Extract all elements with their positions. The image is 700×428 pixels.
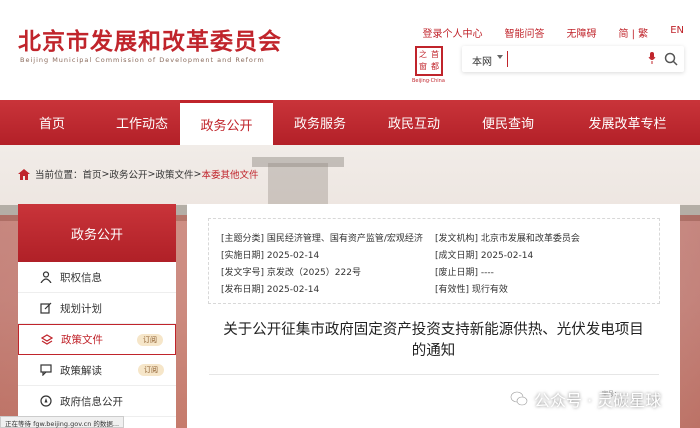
layers-icon xyxy=(41,333,53,345)
divider xyxy=(209,374,659,375)
logo-caption: Beijing·China xyxy=(412,78,445,84)
breadcrumb-label: 当前位置： xyxy=(35,170,83,181)
search-icon[interactable] xyxy=(664,52,678,66)
sidebar-item-label: 政策文件 xyxy=(61,334,103,346)
breadcrumb: 当前位置： 首页 > 政务公开 > 政策文件 > 本委其他文件 xyxy=(18,167,258,181)
site-subtitle: Beijing Municipal Commission of Developm… xyxy=(20,56,265,64)
document-metadata: [主题分类] 国民经济管理、国有资产监管/宏观经济 [发文机构] 北京市发展和改… xyxy=(208,218,660,304)
meta-category: [主题分类] 国民经济管理、国有资产监管/宏观经济 xyxy=(221,234,423,244)
subscribe-badge[interactable]: 订阅 xyxy=(137,334,163,346)
home-icon xyxy=(18,168,30,180)
sidebar-title: 政务公开 xyxy=(18,204,176,262)
chevron-down-icon xyxy=(497,55,503,59)
microphone-icon[interactable] xyxy=(648,52,656,64)
breadcrumb-current: 本委其他文件 xyxy=(201,170,259,181)
meta-publish-date: [发布日期] 2025-02-14 xyxy=(221,285,320,295)
meta-validity: [有效性] 现行有效 xyxy=(435,285,508,295)
wechat-icon xyxy=(510,391,528,406)
nav-gov-services[interactable]: 政务服务 xyxy=(273,100,367,145)
main-nav: 首页 工作动态 政务公开 政务服务 政民互动 便民查询 发展改革专栏 xyxy=(0,100,700,145)
compass-icon xyxy=(40,395,52,407)
top-links: 登录个人中心 智能问答 无障碍 简 | 繁 EN xyxy=(400,25,684,40)
capital-window-logo[interactable]: 之 首 窗 都 xyxy=(415,46,443,76)
nav-public-query[interactable]: 便民查询 xyxy=(461,100,555,145)
subscribe-badge[interactable]: 订阅 xyxy=(138,364,164,376)
sidebar-item-authority-info[interactable]: 职权信息 xyxy=(18,262,176,293)
meta-created-date: [成文日期] 2025-02-14 xyxy=(435,251,534,261)
breadcrumb-policy-docs[interactable]: 政策文件 xyxy=(155,167,193,181)
breadcrumb-gov-affairs[interactable]: 政务公开 xyxy=(110,167,148,181)
wechat-watermark: 公众号 · 灵碳星球 xyxy=(510,387,661,411)
document-title: 关于公开征集市政府固定资产投资支持新能源供热、光伏发电项目 的通知 xyxy=(223,322,644,359)
smart-qa-link[interactable]: 智能问答 xyxy=(504,25,544,40)
sidebar-item-label: 政策解读 xyxy=(60,364,102,377)
nav-work-news[interactable]: 工作动态 xyxy=(104,100,180,145)
nav-interaction[interactable]: 政民互动 xyxy=(367,100,461,145)
login-link[interactable]: 登录个人中心 xyxy=(422,25,482,40)
site-header: 北京市发展和改革委员会 Beijing Municipal Commission… xyxy=(0,0,700,100)
meta-impl-date: [实施日期] 2025-02-14 xyxy=(221,251,320,261)
meta-abolish-date: [废止日期] ---- xyxy=(435,268,494,278)
person-icon xyxy=(40,271,52,283)
search-scope-select[interactable]: 本网 xyxy=(472,53,492,68)
sidebar-item-plans[interactable]: 规划计划 xyxy=(18,293,176,324)
sidebar-item-info-disclosure[interactable]: 政府信息公开 xyxy=(18,386,176,417)
sidebar-item-policy-interpretation[interactable]: 政策解读 订阅 xyxy=(18,355,176,386)
browser-status-bar: 正在等待 fgw.beijing.gov.cn 的数据... xyxy=(0,416,125,428)
meta-doc-number: [发文字号] 京发改（2025）222号 xyxy=(221,268,361,278)
sidebar-item-label: 规划计划 xyxy=(60,302,102,315)
search-input[interactable] xyxy=(512,50,642,68)
site-title[interactable]: 北京市发展和改革委员会 xyxy=(18,22,282,56)
nav-reform-column[interactable]: 发展改革专栏 xyxy=(555,100,700,145)
nav-gov-affairs-open[interactable]: 政务公开 xyxy=(180,100,273,145)
sidebar-item-label: 政府信息公开 xyxy=(60,395,123,408)
english-link[interactable]: EN xyxy=(670,25,684,40)
search-box: 本网 xyxy=(462,46,684,72)
breadcrumb-home[interactable]: 首页 xyxy=(83,167,102,181)
nav-home[interactable]: 首页 xyxy=(0,100,104,145)
accessibility-link[interactable]: 无障碍 xyxy=(566,25,596,40)
edit-icon xyxy=(40,302,52,314)
meta-issuer: [发文机构] 北京市发展和改革委员会 xyxy=(435,234,580,244)
sidebar: 政务公开 职权信息 规划计划 政策文件 订阅 政策解读 订阅 政府信息公开 xyxy=(18,204,176,428)
language-toggle-link[interactable]: 简 | 繁 xyxy=(618,25,648,40)
sidebar-item-label: 职权信息 xyxy=(60,271,102,284)
chat-icon xyxy=(40,364,52,376)
sidebar-item-policy-docs[interactable]: 政策文件 订阅 xyxy=(18,324,176,355)
text-cursor xyxy=(507,51,508,67)
